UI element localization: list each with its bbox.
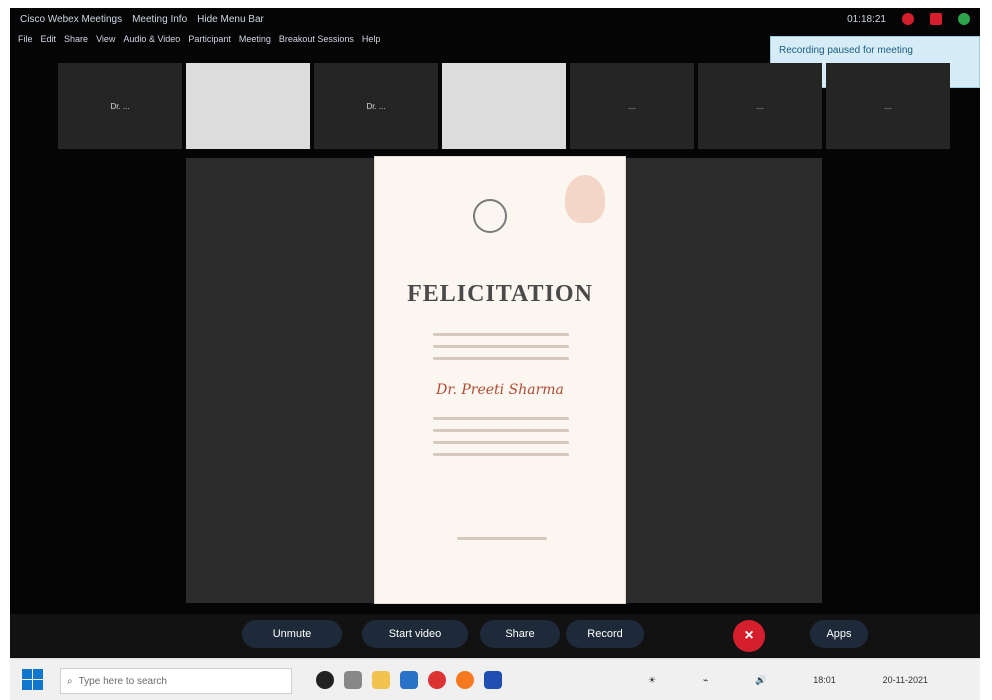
participant-name: ... xyxy=(756,101,764,111)
document-text-line xyxy=(433,453,569,456)
weather-icon[interactable]: ☀ xyxy=(648,675,656,686)
participant-name: Dr. ... xyxy=(110,101,130,111)
file-explorer-icon[interactable] xyxy=(372,671,390,689)
participant-tile[interactable]: ... xyxy=(826,63,950,149)
participant-name: Dr. ... xyxy=(366,101,386,111)
taskbar-search-field[interactable]: ⌕ Type here to search xyxy=(60,668,292,694)
powerpoint-icon[interactable] xyxy=(484,671,502,689)
webex-window: Cisco Webex Meetings Meeting Info Hide M… xyxy=(10,8,980,658)
task-view-icon[interactable] xyxy=(344,671,362,689)
windows-logo-icon xyxy=(33,680,43,690)
menu-participant[interactable]: Participant xyxy=(188,34,231,44)
firefox-icon[interactable] xyxy=(456,671,474,689)
recipient-name: Dr. Preeti Sharma xyxy=(436,382,564,398)
share-button[interactable]: Share xyxy=(480,620,560,648)
windows-logo-icon xyxy=(22,680,32,690)
menu-view[interactable]: View xyxy=(96,34,115,44)
volume-icon[interactable]: 🔊 xyxy=(755,675,766,686)
participant-tile[interactable]: Dr. ... xyxy=(314,63,438,149)
felicitation-document: FELICITATION Dr. Preeti Sharma xyxy=(374,156,626,604)
menu-edit[interactable]: Edit xyxy=(41,34,57,44)
unmute-button[interactable]: Unmute xyxy=(242,620,342,648)
document-text-line xyxy=(433,429,569,432)
document-text-line xyxy=(433,345,569,348)
participant-name: ... xyxy=(884,101,892,111)
app-title: Cisco Webex Meetings xyxy=(20,13,123,25)
document-text-line xyxy=(433,333,569,336)
participant-name: ... xyxy=(628,101,636,111)
search-icon: ⌕ xyxy=(67,675,73,687)
chrome-icon[interactable] xyxy=(428,671,446,689)
stop-icon[interactable] xyxy=(930,13,942,25)
clock-date[interactable]: 20-11-2021 xyxy=(883,675,928,685)
menu-share[interactable]: Share xyxy=(64,34,88,44)
participant-video-tile[interactable] xyxy=(186,63,310,149)
windows-logo-icon xyxy=(33,669,43,679)
apps-button[interactable]: Apps xyxy=(810,620,868,648)
menu-meeting[interactable]: Meeting xyxy=(239,34,271,44)
participant-video-tile[interactable] xyxy=(442,63,566,149)
menu-audio-video[interactable]: Audio & Video xyxy=(123,34,180,44)
meeting-info-button[interactable]: Meeting Info xyxy=(132,14,187,25)
end-call-button[interactable]: × xyxy=(733,620,765,652)
menu-file[interactable]: File xyxy=(18,34,33,44)
record-button[interactable]: Record xyxy=(566,620,644,648)
system-tray: ☀ ⌁ 🔊 18:01 20-11-2021 xyxy=(648,668,928,692)
store-icon[interactable] xyxy=(400,671,418,689)
toast-text: Recording paused for meeting xyxy=(779,45,913,56)
recording-time: 01:18:21 xyxy=(847,13,886,25)
start-video-button[interactable]: Start video xyxy=(362,620,468,648)
taskbar-apps xyxy=(316,667,636,693)
network-icon[interactable]: ⌁ xyxy=(703,675,708,686)
signature-line xyxy=(457,537,547,540)
document-title: FELICITATION xyxy=(407,281,593,307)
close-icon: × xyxy=(744,627,754,644)
participant-tile[interactable]: Dr. ... xyxy=(58,63,182,149)
participant-strip: Dr. ... Dr. ... ... ... ... xyxy=(58,63,958,149)
title-bar: Cisco Webex Meetings Meeting Info Hide M… xyxy=(10,8,980,30)
pause-icon[interactable] xyxy=(958,13,970,25)
document-text-line xyxy=(433,417,569,420)
windows-taskbar: ⌕ Type here to search ☀ ⌁ 🔊 18:01 20-11-… xyxy=(10,658,980,700)
menu-help[interactable]: Help xyxy=(362,34,381,44)
start-button[interactable] xyxy=(22,669,44,691)
recording-controls[interactable]: 01:18:21 xyxy=(837,13,970,25)
participant-tile[interactable]: ... xyxy=(570,63,694,149)
emblem-icon xyxy=(473,199,507,233)
windows-logo-icon xyxy=(22,669,32,679)
menu-breakout-sessions[interactable]: Breakout Sessions xyxy=(279,34,354,44)
cortana-icon[interactable] xyxy=(316,671,334,689)
document-text-line xyxy=(433,357,569,360)
participant-tile[interactable]: ... xyxy=(698,63,822,149)
record-icon[interactable] xyxy=(902,13,914,25)
hide-menu-bar-button[interactable]: Hide Menu Bar xyxy=(197,14,264,25)
search-placeholder: Type here to search xyxy=(78,675,167,687)
clock-time[interactable]: 18:01 xyxy=(813,675,836,685)
portrait-icon xyxy=(565,175,605,223)
document-text-line xyxy=(433,441,569,444)
